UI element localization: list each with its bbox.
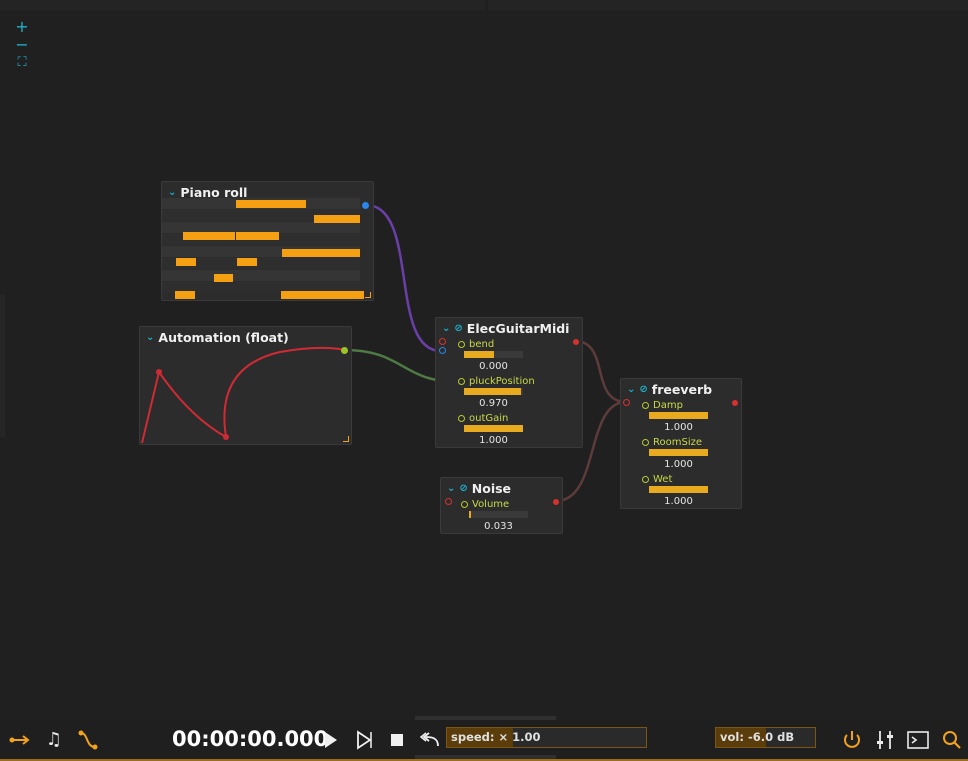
link-icon[interactable]: ⊘ <box>454 323 462 334</box>
midi-note[interactable] <box>281 291 364 299</box>
time-display: 00:00:00.000 <box>172 727 329 751</box>
transport-bar: ♫ 00:00:00.000 speed: × 1.00 vol: -6.0 d… <box>0 716 968 761</box>
graph-canvas[interactable]: + − ⛶ ⌄ Piano roll ⌄ Automation (float) … <box>0 0 968 720</box>
room-size-slider[interactable] <box>649 449 708 456</box>
noise-title[interactable]: ⌄ ⊘ Noise <box>447 481 511 496</box>
vol-label: vol: -6.0 dB <box>720 730 795 744</box>
resize-handle-icon[interactable] <box>365 292 371 298</box>
param-label-room-size: RoomSize <box>642 437 702 448</box>
out-gain-value: 1.000 <box>479 435 508 446</box>
connect-mode-icon[interactable] <box>8 728 32 752</box>
audio-out-port[interactable] <box>732 400 738 406</box>
automation-curve[interactable] <box>140 327 351 444</box>
pr-row <box>162 270 360 281</box>
damp-value: 1.000 <box>664 422 693 433</box>
play-icon[interactable] <box>318 728 342 752</box>
loop-back-icon[interactable] <box>418 728 442 752</box>
midi-note[interactable] <box>282 249 360 257</box>
speed-slider[interactable]: speed: × 1.00 <box>446 727 647 748</box>
pluck-position-slider[interactable] <box>464 388 523 395</box>
wire-piano-to-guitar <box>365 203 442 353</box>
bend-value: 0.000 <box>479 361 508 372</box>
volume-value: 0.033 <box>484 521 513 532</box>
damp-slider[interactable] <box>649 412 708 419</box>
terminal-icon[interactable] <box>906 728 930 752</box>
piano-roll-grid[interactable] <box>162 198 364 299</box>
param-label-volume: Volume <box>461 499 509 510</box>
wet-slider[interactable] <box>649 486 708 493</box>
collapse-chevron-icon[interactable]: ⌄ <box>168 187 176 198</box>
wet-value: 1.000 <box>664 496 693 507</box>
param-label-damp: Damp <box>642 400 683 411</box>
stop-icon[interactable] <box>385 728 409 752</box>
search-icon[interactable] <box>940 728 964 752</box>
link-icon[interactable]: ⊘ <box>459 483 467 494</box>
bend-slider[interactable] <box>464 351 523 358</box>
automation-point <box>223 434 229 440</box>
audio-out-port[interactable] <box>573 339 579 345</box>
param-label-out-gain: outGain <box>458 413 508 424</box>
volume-slider[interactable] <box>469 511 528 518</box>
mixer-icon[interactable] <box>873 728 897 752</box>
midi-note[interactable] <box>175 291 195 299</box>
midi-out-port[interactable] <box>362 202 369 209</box>
elec-guitar-node[interactable]: ⌄ ⊘ ElecGuitarMidi bend 0.000 pluckPosit… <box>435 317 583 448</box>
automation-out-port[interactable] <box>341 347 348 354</box>
param-label-pluck-position: pluckPosition <box>458 376 535 387</box>
play-from-cursor-icon[interactable] <box>352 728 376 752</box>
midi-note[interactable] <box>236 200 306 208</box>
midi-note[interactable] <box>214 274 233 282</box>
out-gain-slider[interactable] <box>464 425 523 432</box>
curve-tool-icon[interactable] <box>76 728 100 752</box>
midi-note[interactable] <box>183 232 235 240</box>
midi-note[interactable] <box>176 258 196 266</box>
noise-node[interactable]: ⌄ ⊘ Noise Volume 0.033 <box>440 477 563 534</box>
timeline-scrub-top[interactable] <box>415 716 556 720</box>
collapse-chevron-icon[interactable]: ⌄ <box>447 483 455 494</box>
collapse-chevron-icon[interactable]: ⌄ <box>442 323 450 334</box>
volume-master-slider[interactable]: vol: -6.0 dB <box>715 727 816 748</box>
audio-out-port[interactable] <box>553 499 559 505</box>
freeverb-node[interactable]: ⌄ ⊘ freeverb Damp 1.000 RoomSize 1.000 W… <box>620 378 742 509</box>
speed-label: speed: × 1.00 <box>451 730 541 744</box>
piano-roll-node[interactable]: ⌄ Piano roll <box>161 181 374 301</box>
automation-point <box>156 369 162 375</box>
audio-in-port[interactable] <box>445 498 452 505</box>
resize-handle-icon[interactable] <box>343 436 349 442</box>
midi-in-port[interactable] <box>439 347 446 354</box>
link-icon[interactable]: ⊘ <box>639 384 647 395</box>
param-label-wet: Wet <box>642 474 672 485</box>
midi-note[interactable] <box>236 232 279 240</box>
power-icon[interactable] <box>840 728 864 752</box>
param-label-bend: bend <box>458 339 494 350</box>
midi-note[interactable] <box>314 215 360 223</box>
audio-in-port[interactable] <box>623 399 630 406</box>
freeverb-title[interactable]: ⌄ ⊘ freeverb <box>627 382 712 397</box>
room-size-value: 1.000 <box>664 459 693 470</box>
music-note-icon[interactable]: ♫ <box>42 728 66 752</box>
automation-node[interactable]: ⌄ Automation (float) <box>139 326 352 445</box>
collapse-chevron-icon[interactable]: ⌄ <box>627 384 635 395</box>
audio-in-port[interactable] <box>439 338 446 345</box>
pluck-position-value: 0.970 <box>479 398 508 409</box>
midi-note[interactable] <box>237 258 257 266</box>
elec-guitar-title[interactable]: ⌄ ⊘ ElecGuitarMidi <box>442 321 569 336</box>
